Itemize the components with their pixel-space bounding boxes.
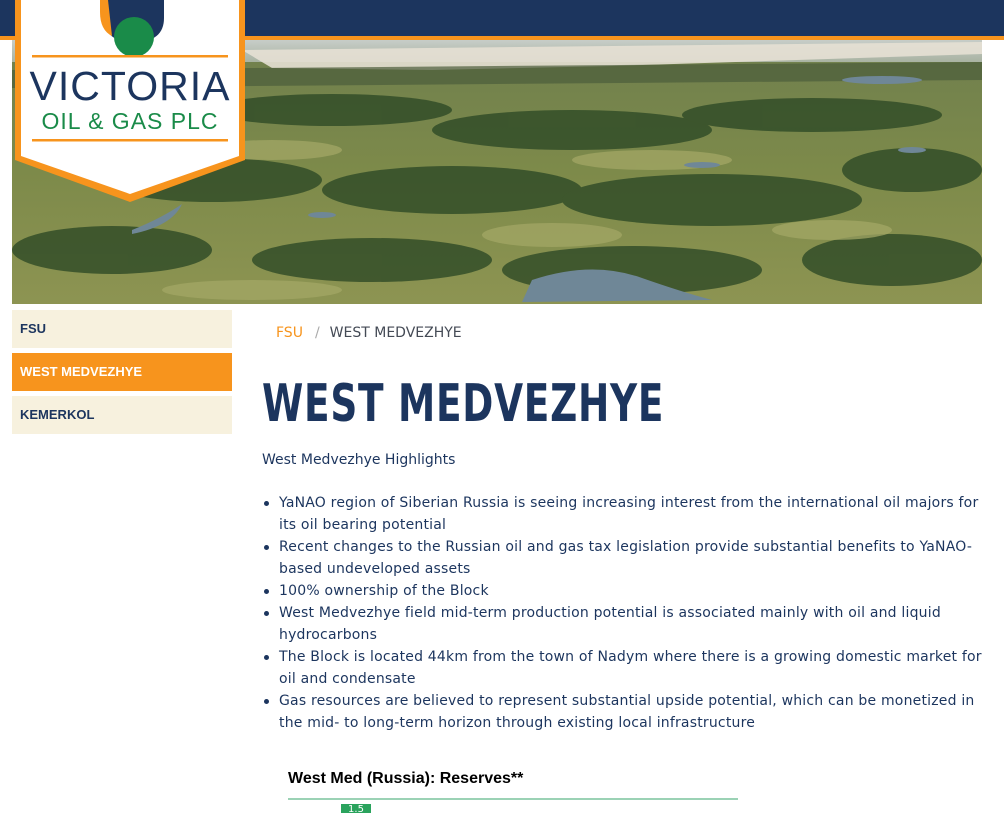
list-item: Gas resources are believed to represent … [264, 690, 991, 734]
sidebar-item-fsu[interactable]: FSU [12, 310, 232, 348]
page-title: WEST MEDVEZHYE [262, 374, 665, 434]
logo-name: VICTORIA [29, 63, 231, 109]
breadcrumb: FSU / WEST MEDVEZHYE [276, 325, 462, 341]
list-item: Recent changes to the Russian oil and ga… [264, 536, 991, 580]
sidebar-item-west-medvezhye[interactable]: WEST MEDVEZHYE [12, 353, 232, 391]
highlights-list: YaNAO region of Siberian Russia is seein… [262, 492, 991, 734]
sidebar-nav: FSU WEST MEDVEZHYE KEMERKOL [12, 310, 232, 439]
sidebar-item-kemerkol[interactable]: KEMERKOL [12, 396, 232, 434]
breadcrumb-separator: / [314, 325, 320, 341]
logo-subtitle: OIL & GAS PLC [41, 108, 219, 134]
list-item: West Medvezhye field mid-term production… [264, 602, 991, 646]
company-logo[interactable]: VICTORIA OIL & GAS PLC [12, 0, 248, 206]
page-subtitle: West Medvezhye Highlights [262, 452, 456, 468]
reserves-divider [288, 798, 738, 800]
reserves-bar-label: 1.5 [348, 804, 364, 815]
breadcrumb-link-fsu[interactable]: FSU [276, 325, 303, 341]
reserves-chart-title: West Med (Russia): Reserves** [288, 770, 524, 787]
list-item: The Block is located 44km from the town … [264, 646, 991, 690]
list-item: YaNAO region of Siberian Russia is seein… [264, 492, 991, 536]
breadcrumb-current: WEST MEDVEZHYE [329, 325, 462, 341]
list-item: 100% ownership of the Block [264, 580, 991, 602]
